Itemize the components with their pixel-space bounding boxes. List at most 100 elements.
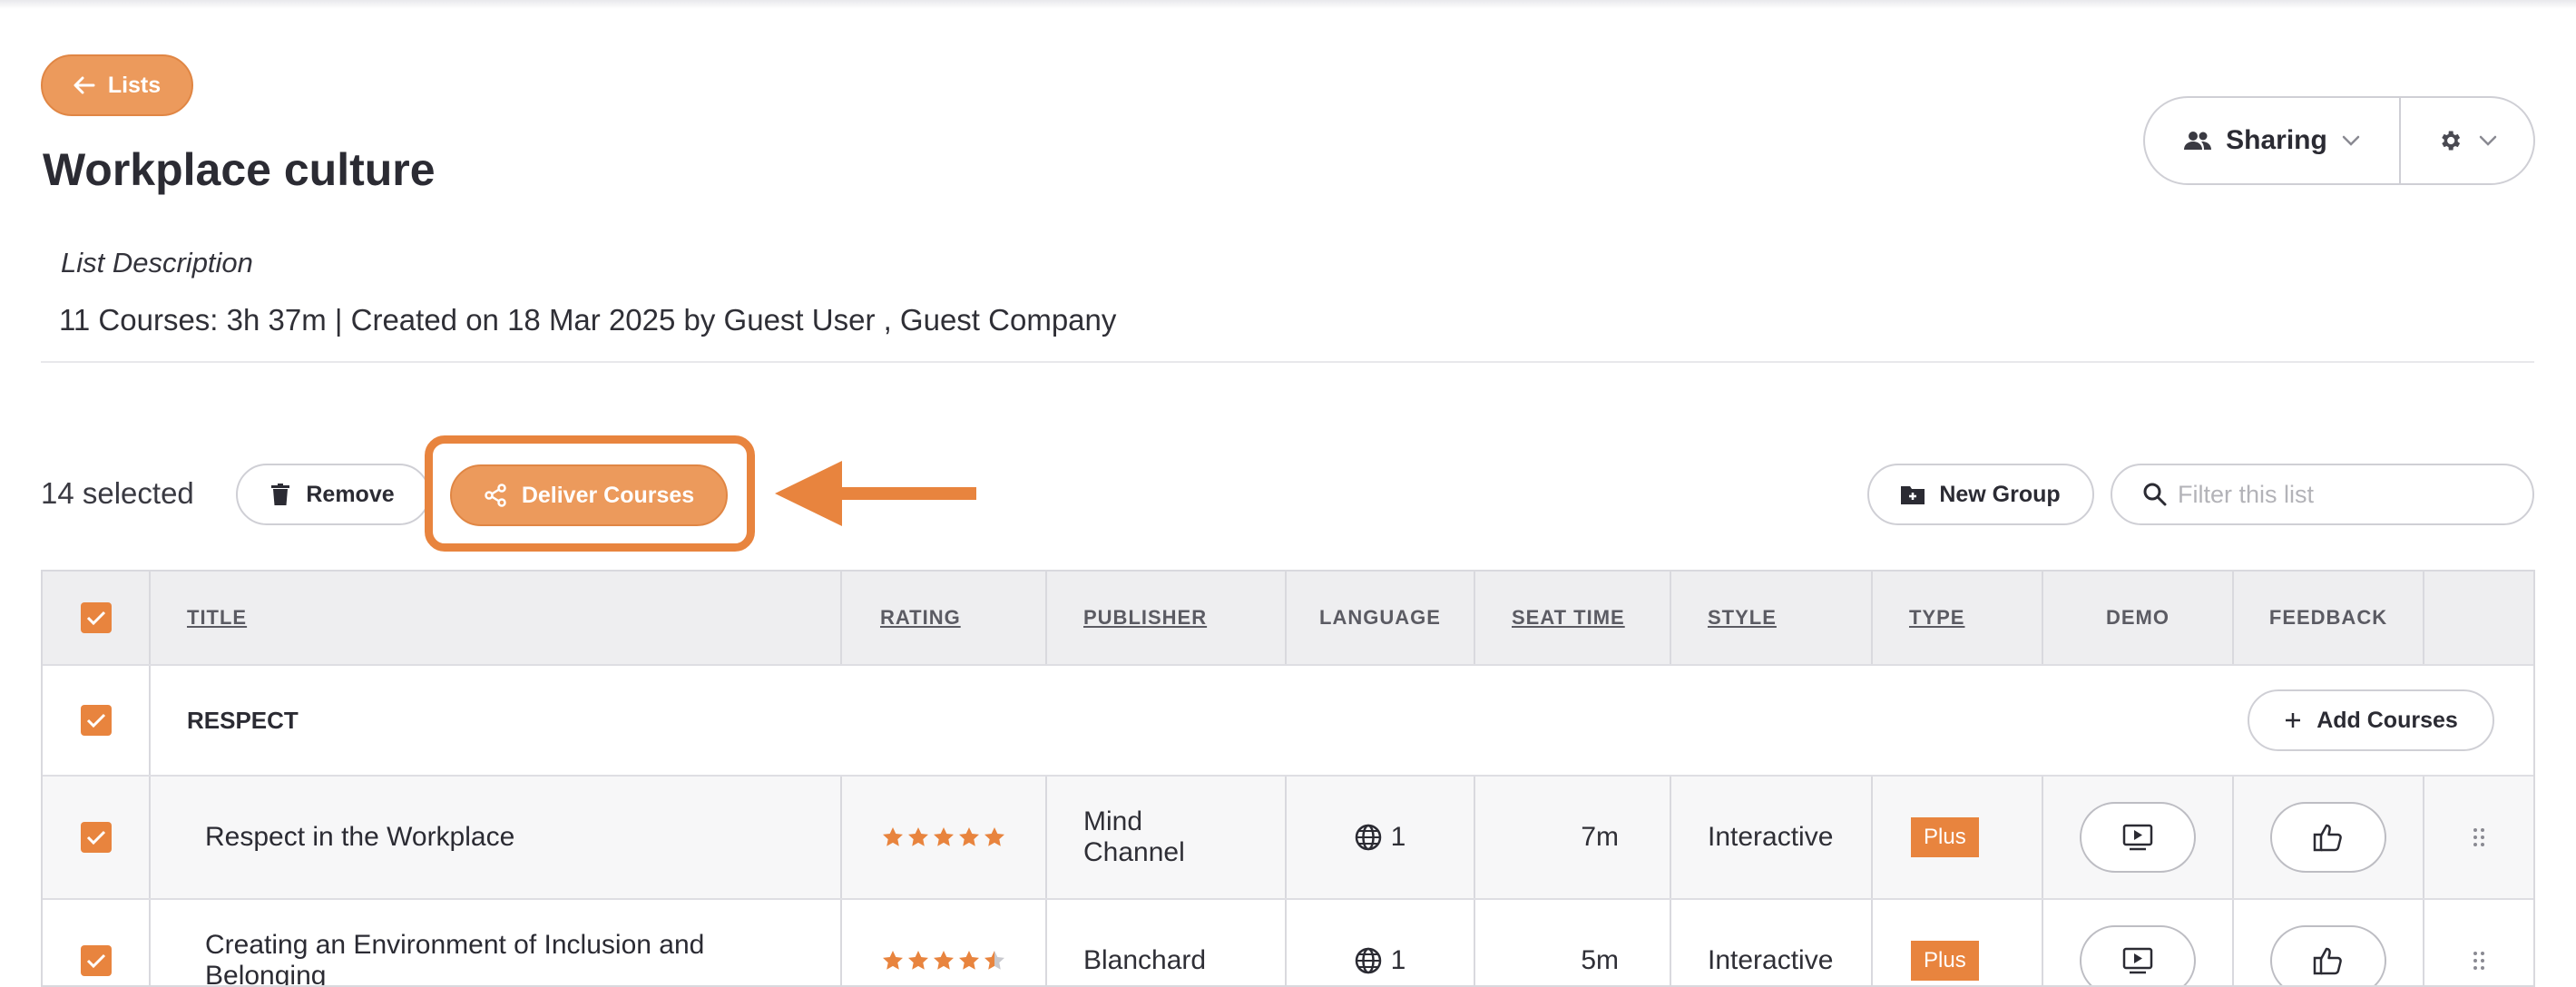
demo-button[interactable]: [2080, 925, 2196, 985]
gear-icon: [2442, 131, 2461, 151]
type-badge: Plus: [1911, 817, 1979, 857]
course-table: TITLE RATING PUBLISHER LANGUAGE SEAT TIM…: [41, 570, 2535, 987]
drag-handle[interactable]: [2424, 900, 2533, 985]
column-language: LANGUAGE: [1287, 572, 1475, 664]
group-checkbox[interactable]: [80, 705, 112, 736]
folder-plus-icon: [1901, 486, 1925, 504]
check-icon: [86, 611, 105, 626]
column-demo: DEMO: [2043, 572, 2234, 664]
rating-stars: [842, 777, 1047, 898]
type-cell: Plus: [1873, 777, 2043, 898]
column-publisher[interactable]: PUBLISHER: [1047, 572, 1287, 664]
thumbs-up-icon: [2313, 947, 2342, 975]
deliver-courses-label: Deliver Courses: [521, 482, 695, 508]
publisher-name-line1: Mind: [1083, 806, 1143, 836]
play-screen-icon: [2122, 824, 2153, 851]
select-all-checkbox[interactable]: [80, 602, 112, 633]
top-shadow: [0, 0, 2576, 9]
new-group-label: New Group: [1939, 481, 2061, 507]
group-row: RESPECT Add Courses: [43, 666, 2533, 777]
sharing-button[interactable]: Sharing: [2145, 98, 2399, 183]
language-count: 1: [1390, 822, 1406, 852]
type-badge: Plus: [1911, 941, 1979, 981]
group-title: RESPECT: [187, 706, 299, 734]
list-meta-info: 11 Courses: 3h 37m | Created on 18 Mar 2…: [59, 303, 1117, 337]
publisher-cell: Mind Channel: [1047, 777, 1287, 898]
remove-button[interactable]: Remove: [236, 464, 430, 525]
new-group-button[interactable]: New Group: [1867, 464, 2094, 525]
play-screen-icon: [2122, 947, 2153, 974]
column-title[interactable]: TITLE: [151, 572, 842, 664]
column-type[interactable]: TYPE: [1873, 572, 2043, 664]
share-icon: [485, 484, 506, 507]
search-icon: [2143, 483, 2167, 506]
column-rating[interactable]: RATING: [842, 572, 1047, 664]
back-button-label: Lists: [107, 72, 162, 98]
filter-input-wrapper: [2111, 464, 2534, 525]
add-courses-button[interactable]: Add Courses: [2248, 689, 2494, 751]
globe-icon: [1355, 824, 1381, 851]
feedback-button[interactable]: [2270, 802, 2386, 873]
drag-handle-icon: [2473, 952, 2484, 970]
type-cell: Plus: [1873, 900, 2043, 985]
globe-icon: [1355, 947, 1381, 974]
divider: [41, 361, 2534, 363]
check-icon: [86, 713, 105, 728]
pointer-arrow-icon: [775, 461, 976, 526]
language-count: 1: [1390, 945, 1406, 975]
language-cell: 1: [1287, 900, 1475, 985]
publisher-name-line2: Channel: [1083, 837, 1185, 867]
demo-button[interactable]: [2080, 802, 2196, 873]
list-description-label: List Description: [61, 247, 253, 279]
trash-icon: [271, 484, 290, 505]
publisher-cell: Blanchard: [1047, 900, 1287, 985]
row-checkbox-cell: [43, 900, 151, 985]
arrow-left-icon: [73, 76, 95, 94]
back-to-lists-button[interactable]: Lists: [41, 54, 193, 116]
settings-button[interactable]: [2401, 98, 2533, 183]
row-checkbox-cell: [43, 777, 151, 898]
remove-label: Remove: [306, 481, 395, 507]
deliver-courses-button[interactable]: Deliver Courses: [450, 464, 728, 526]
style-cell: Interactive: [1671, 777, 1873, 898]
column-style[interactable]: STYLE: [1671, 572, 1873, 664]
check-icon: [86, 830, 105, 845]
drag-handle[interactable]: [2424, 777, 2533, 898]
demo-cell: [2043, 900, 2234, 985]
header-select-all-cell: [43, 572, 151, 664]
filter-input[interactable]: [2176, 479, 2524, 510]
feedback-button[interactable]: [2270, 925, 2386, 985]
table-row: Respect in the Workplace Mind Channel 1 …: [43, 777, 2533, 900]
table-row: Creating an Environment of Inclusion and…: [43, 900, 2533, 985]
seat-time: 5m: [1475, 900, 1671, 985]
language-cell: 1: [1287, 777, 1475, 898]
course-title[interactable]: Creating an Environment of Inclusion and…: [151, 900, 842, 985]
chevron-down-icon: [2479, 135, 2497, 146]
course-title[interactable]: Respect in the Workplace: [151, 777, 842, 898]
style-cell: Interactive: [1671, 900, 1873, 985]
thumbs-up-icon: [2313, 824, 2342, 852]
selected-count: 14 selected: [41, 476, 194, 510]
sharing-label: Sharing: [2226, 125, 2327, 155]
chevron-down-icon: [2342, 135, 2360, 146]
feedback-cell: [2234, 900, 2424, 985]
course-title-line1: Creating an Environment of Inclusion and: [205, 930, 705, 960]
rating-stars: [842, 900, 1047, 985]
star-rating-icon: [883, 951, 1004, 970]
demo-cell: [2043, 777, 2234, 898]
plus-icon: [2286, 713, 2301, 728]
column-seat-time[interactable]: SEAT TIME: [1475, 572, 1671, 664]
people-icon: [2184, 132, 2212, 150]
drag-handle-icon: [2473, 828, 2484, 846]
check-icon: [86, 953, 105, 969]
add-courses-label: Add Courses: [2316, 707, 2458, 733]
page-title: Workplace culture: [43, 144, 436, 195]
group-checkbox-cell: [43, 666, 151, 775]
seat-time: 7m: [1475, 777, 1671, 898]
table-header-row: TITLE RATING PUBLISHER LANGUAGE SEAT TIM…: [43, 572, 2533, 666]
row-checkbox[interactable]: [80, 945, 112, 976]
row-checkbox[interactable]: [80, 822, 112, 853]
column-feedback: FEEDBACK: [2234, 572, 2424, 664]
feedback-cell: [2234, 777, 2424, 898]
star-rating-icon: [883, 827, 1004, 846]
